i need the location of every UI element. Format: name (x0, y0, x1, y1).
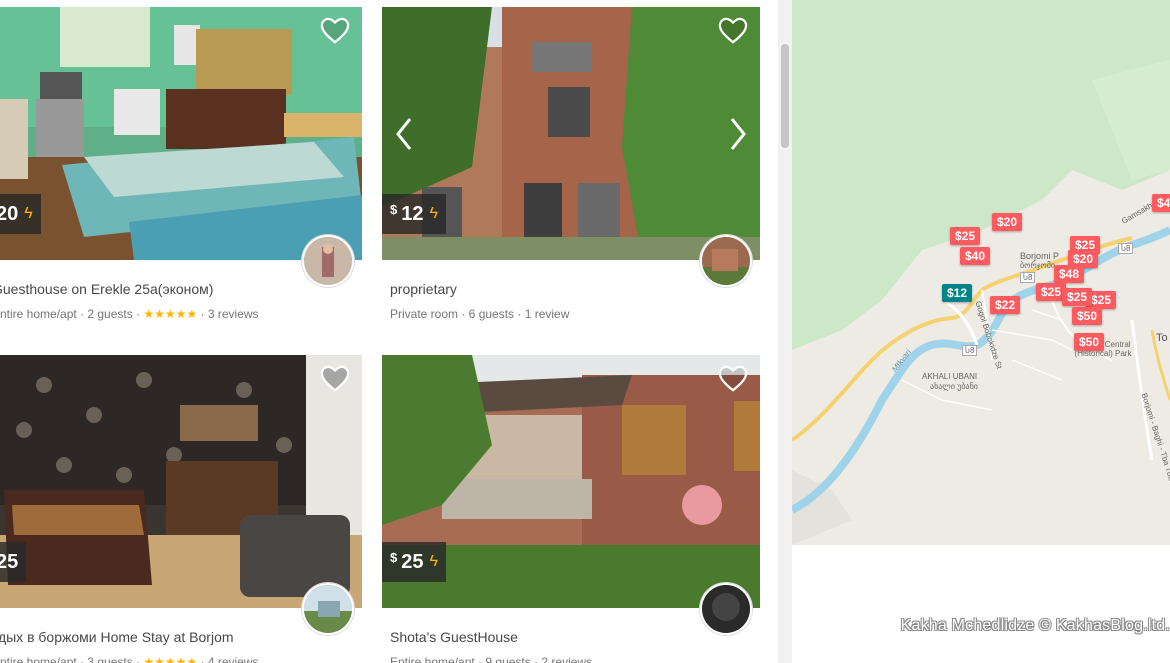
listing-card[interactable]: 25 тдых в боржоми Home Stay at Borjom En… (0, 355, 362, 663)
price-amount: 20 (0, 202, 19, 225)
scrollbar[interactable] (778, 0, 792, 663)
review-count: · 4 reviews (197, 655, 259, 663)
listing-meta-text: Entire home/apt · 2 guests · (0, 307, 144, 321)
map-price-pin[interactable]: $50 (1074, 333, 1105, 351)
listing-title[interactable]: тдых в боржоми Home Stay at Borjom (0, 629, 362, 645)
listing-photo[interactable]: 25 (0, 355, 362, 608)
map-price-pin[interactable]: $48 (1054, 265, 1085, 283)
star-rating: ★★★★★ (143, 307, 198, 321)
map-label-akhali-ubani: AKHALI UBANI (922, 372, 978, 381)
map-price-pin[interactable]: $40 (960, 247, 991, 265)
price-currency: $ (390, 202, 398, 217)
map-price-pin[interactable]: $25 (1062, 288, 1093, 306)
listing-title[interactable]: Shota's GuestHouse (382, 629, 760, 645)
listing-meta-text: Private room · 6 guests · 1 review (390, 307, 570, 321)
price-tag: $ 12 ϟ (382, 194, 446, 234)
listing-meta-text: Entire home/apt · 3 guests · (0, 655, 144, 663)
road-sign: Ⴑ8 (1118, 243, 1134, 254)
instant-book-icon: ϟ (429, 553, 438, 570)
instant-book-icon: ϟ (429, 205, 438, 222)
map-price-pin[interactable]: $20 (992, 213, 1023, 231)
listing-meta: Entire home/apt · 2 guests · ★★★★★ · 3 r… (0, 307, 362, 321)
listing-meta: Entire home/apt · 3 guests · ★★★★★ · 4 r… (0, 655, 362, 663)
road-sign: Ⴑ8 (1020, 272, 1036, 283)
map-price-pin[interactable]: $22 (990, 296, 1021, 314)
host-avatar[interactable] (700, 583, 752, 635)
map-canvas (792, 0, 1170, 545)
heart-icon[interactable] (320, 17, 350, 45)
listing-meta: Entire home/apt · 9 guests · 2 reviews (382, 655, 760, 663)
listing-photo[interactable]: 20 ϟ (0, 7, 362, 260)
price-amount: 25 (401, 550, 424, 573)
heart-icon[interactable] (320, 365, 350, 393)
listing-card[interactable]: $ 25 ϟ Shota's GuestHouse Entire home/ap… (382, 355, 760, 663)
road-sign: Ⴑ8 (962, 345, 978, 356)
heart-icon[interactable] (718, 17, 748, 45)
review-count: · 3 reviews (197, 307, 259, 321)
listing-photo[interactable]: $ 12 ϟ (382, 7, 760, 260)
price-amount: 25 (0, 550, 19, 573)
room-photo (0, 355, 362, 608)
map-price-pin[interactable]: $50 (1072, 307, 1103, 325)
price-amount: 12 (401, 202, 424, 225)
host-avatar[interactable] (302, 235, 354, 287)
map-label-borjomi-ka: ბორჯომი (1020, 261, 1056, 270)
map-price-pin[interactable]: $40 (1152, 194, 1170, 212)
map-price-pin-selected[interactable]: $12 (942, 284, 973, 302)
host-avatar[interactable] (302, 583, 354, 635)
host-avatar[interactable] (700, 235, 752, 287)
listing-card[interactable]: $ 12 ϟ proprietary Private room · 6 gues… (382, 7, 760, 321)
listing-title[interactable]: proprietary (382, 281, 760, 297)
listing-grid: 20 ϟ Guesthouse on Erekle 25a(эконом) En… (0, 0, 778, 663)
instant-book-icon: ϟ (24, 205, 33, 222)
price-tag: 25 (0, 542, 27, 582)
listing-card[interactable]: 20 ϟ Guesthouse on Erekle 25a(эконом) En… (0, 7, 362, 321)
price-tag: 20 ϟ (0, 194, 41, 234)
listing-photo[interactable]: $ 25 ϟ (382, 355, 760, 608)
map-label-borjomi: Borjomi P (1020, 251, 1060, 261)
heart-icon[interactable] (718, 365, 748, 393)
chevron-right-icon[interactable] (728, 117, 748, 151)
price-tag: $ 25 ϟ (382, 542, 446, 582)
watermark: Kakha Mchedlidze © KakhasBlog.ltd. (900, 617, 1170, 634)
scrollbar-thumb[interactable] (781, 44, 789, 148)
star-rating: ★★★★★ (143, 655, 198, 663)
chevron-left-icon[interactable] (394, 117, 414, 151)
map-price-pin[interactable]: $25 (950, 227, 981, 245)
price-currency: $ (390, 550, 398, 565)
map-label-to: To (1156, 332, 1168, 344)
map-footer-area: Kakha Mchedlidze © KakhasBlog.ltd. (792, 545, 1170, 663)
listing-meta-text: Entire home/apt · 9 guests · 2 reviews (390, 655, 593, 663)
map-label-akhali-ubani-ka: ახალი უბანი (930, 382, 978, 391)
map[interactable]: Borjomi P ბორჯომი AKHALI UBANI ახალი უბა… (792, 0, 1170, 545)
listing-title[interactable]: Guesthouse on Erekle 25a(эконом) (0, 281, 362, 297)
listing-meta: Private room · 6 guests · 1 review (382, 307, 760, 321)
room-photo (0, 7, 362, 260)
